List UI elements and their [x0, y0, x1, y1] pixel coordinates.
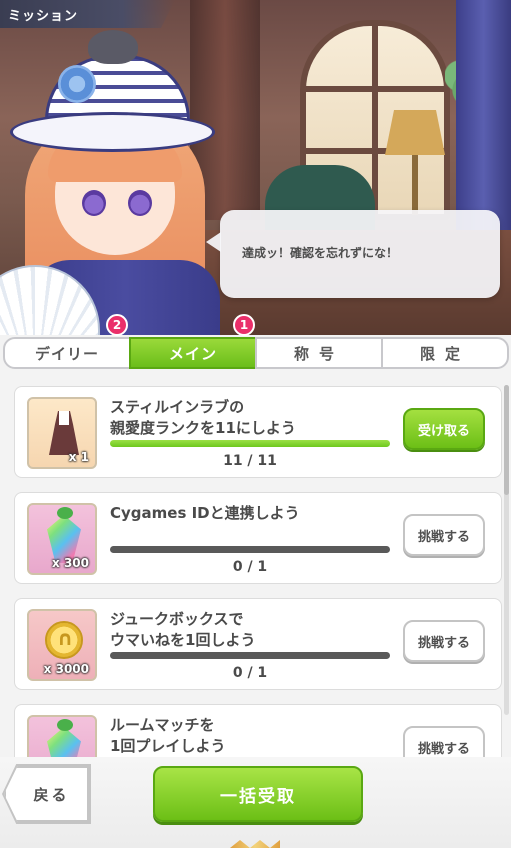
reward-quantity: x 1 [68, 450, 89, 464]
mission-title-line: ルームマッチを [110, 716, 215, 734]
character-eye [128, 190, 152, 216]
progress-bar [110, 546, 390, 553]
leaf-icon [57, 719, 73, 731]
speech-text: 達成ッ！確認を忘れずにな！ [242, 246, 399, 260]
reward-quantity: x 3000 [43, 662, 89, 676]
reward-item: x 1 [27, 397, 97, 469]
scroll-thumb[interactable] [504, 385, 509, 495]
tab-limited[interactable]: 限定 [381, 337, 509, 369]
mission-card: ルームマッチを 1回プレイしよう 挑戦する [14, 704, 502, 757]
tab-label: 限定 [419, 344, 470, 363]
lamp [385, 110, 445, 155]
progress-text: 0 / 1 [232, 559, 268, 575]
tab-daily[interactable]: デイリー [3, 337, 131, 369]
mission-title-line: ウマいねを1回しよう [110, 631, 256, 649]
tab-title[interactable]: 称号 [255, 337, 383, 369]
mission-card: x 3000 ジュークボックスで ウマいねを1回しよう 0 / 1 挑戦する [14, 598, 502, 690]
mission-tabs: デイリー メイン 称号 限定 [3, 337, 509, 369]
speech-bubble: 達成ッ！確認を忘れずにな！ [206, 210, 500, 298]
character-eye [82, 190, 106, 216]
character-portrait[interactable] [0, 20, 230, 335]
mission-list[interactable]: x 1 スティルインラブの 親愛度ランクを11にしよう 11 / 11 受け取る… [0, 372, 511, 757]
tab-main[interactable]: メイン [129, 337, 257, 369]
leaf-icon [57, 507, 73, 519]
tab-main-badge: 1 [233, 314, 255, 336]
tab-label: メイン [168, 344, 217, 363]
receive-button[interactable]: 受け取る [403, 408, 485, 450]
decoration [230, 840, 280, 848]
cat-icon [88, 30, 138, 64]
progress-text: 11 / 11 [223, 453, 277, 469]
challenge-button[interactable]: 挑戦する [403, 514, 485, 556]
challenge-button[interactable]: 挑戦する [403, 620, 485, 662]
challenge-button[interactable]: 挑戦する [403, 726, 485, 757]
footer: 戻る 一括受取 [0, 757, 511, 848]
progress-bar [110, 440, 390, 447]
mission-title-line: Cygames IDと連携しよう [110, 504, 300, 522]
rose-icon [58, 65, 96, 103]
reward-quantity: x 300 [52, 556, 89, 570]
mission-title: スティルインラブの 親愛度ランクを11にしよう [110, 397, 390, 439]
tab-daily-badge: 2 [106, 314, 128, 336]
header-bar: ミッション [0, 0, 175, 28]
tab-label: デイリー [34, 344, 99, 363]
tab-label: 称号 [293, 344, 344, 363]
lamp-stand [412, 155, 418, 215]
progress-fill [110, 440, 390, 447]
mission-card: x 1 スティルインラブの 親愛度ランクを11にしよう 11 / 11 受け取る [14, 386, 502, 478]
character-hat-brim [10, 112, 215, 152]
mission-title: ルームマッチを 1回プレイしよう [110, 715, 390, 757]
mission-card: x 300 Cygames IDと連携しよう 0 / 1 挑戦する [14, 492, 502, 584]
mission-title-line: スティルインラブの [110, 398, 245, 416]
mission-title-line: ジュークボックスで [110, 610, 244, 628]
back-button[interactable]: 戻る [4, 766, 89, 822]
coin-icon [45, 621, 83, 659]
mission-title: ジュークボックスで ウマいねを1回しよう [110, 609, 390, 651]
reward-item: x 3000 [27, 609, 97, 681]
progress-bar [110, 652, 390, 659]
mission-title-line: 親愛度ランクを11にしよう [110, 419, 296, 437]
reward-item: x 300 [27, 503, 97, 575]
scrollbar[interactable] [504, 385, 509, 715]
mission-title-line: 1回プレイしよう [110, 737, 226, 755]
dress-icon [49, 411, 79, 455]
progress-text: 0 / 1 [232, 665, 268, 681]
character-scene: 達成ッ！確認を忘れずにな！ [0, 0, 511, 335]
mission-title: Cygames IDと連携しよう [110, 503, 390, 524]
reward-item [27, 715, 97, 757]
crystal-icon [47, 727, 81, 757]
bulk-receive-button[interactable]: 一括受取 [153, 766, 363, 822]
page-title: ミッション [8, 9, 79, 24]
